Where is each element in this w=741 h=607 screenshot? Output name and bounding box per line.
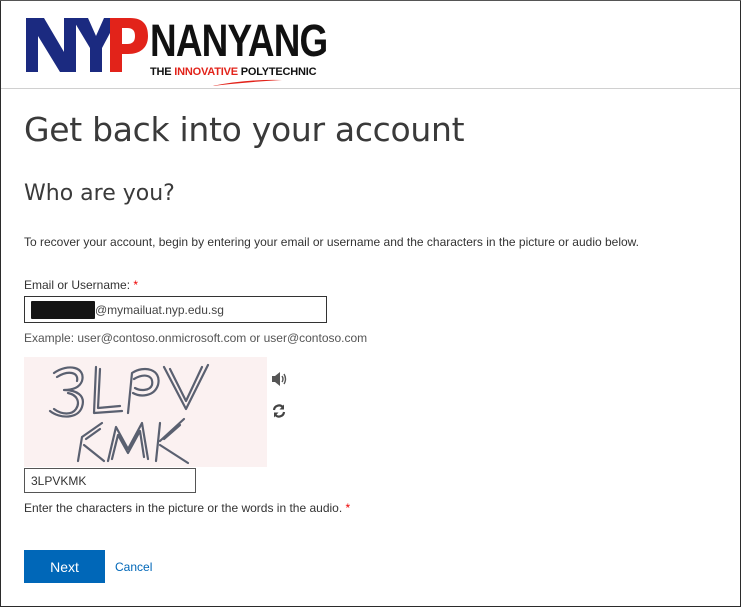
email-input[interactable]: @mymailuat.nyp.edu.sg xyxy=(24,296,327,323)
nyp-monogram xyxy=(26,18,148,72)
nanyang-wordmark: NANYANG xyxy=(150,15,328,66)
speaker-icon[interactable] xyxy=(271,372,287,386)
intro-text: To recover your account, begin by enteri… xyxy=(24,235,640,249)
captcha-input[interactable] xyxy=(24,468,196,493)
refresh-icon[interactable] xyxy=(272,404,286,418)
required-mark: * xyxy=(133,278,139,292)
required-mark: * xyxy=(345,501,351,515)
email-value: @mymailuat.nyp.edu.sg xyxy=(95,303,224,317)
captcha-glyphs xyxy=(48,363,210,465)
logo-swoosh xyxy=(212,79,282,86)
top-border xyxy=(0,0,741,1)
header-divider xyxy=(1,88,740,89)
email-label: Email or Username: * xyxy=(24,278,139,292)
cancel-link[interactable]: Cancel xyxy=(115,560,152,574)
captcha-hint: Enter the characters in the picture or t… xyxy=(24,501,351,515)
page-title: Get back into your account xyxy=(24,110,465,149)
next-button[interactable]: Next xyxy=(24,550,105,583)
page-subtitle: Who are you? xyxy=(24,181,175,206)
captcha-image xyxy=(24,357,267,467)
redacted-block xyxy=(31,301,95,319)
email-example: Example: user@contoso.onmicrosoft.com or… xyxy=(24,331,368,345)
nyp-logo: NANYANG THE INNOVATIVE POLYTECHNIC xyxy=(24,14,354,94)
logo-tagline: THE INNOVATIVE POLYTECHNIC xyxy=(150,66,317,78)
